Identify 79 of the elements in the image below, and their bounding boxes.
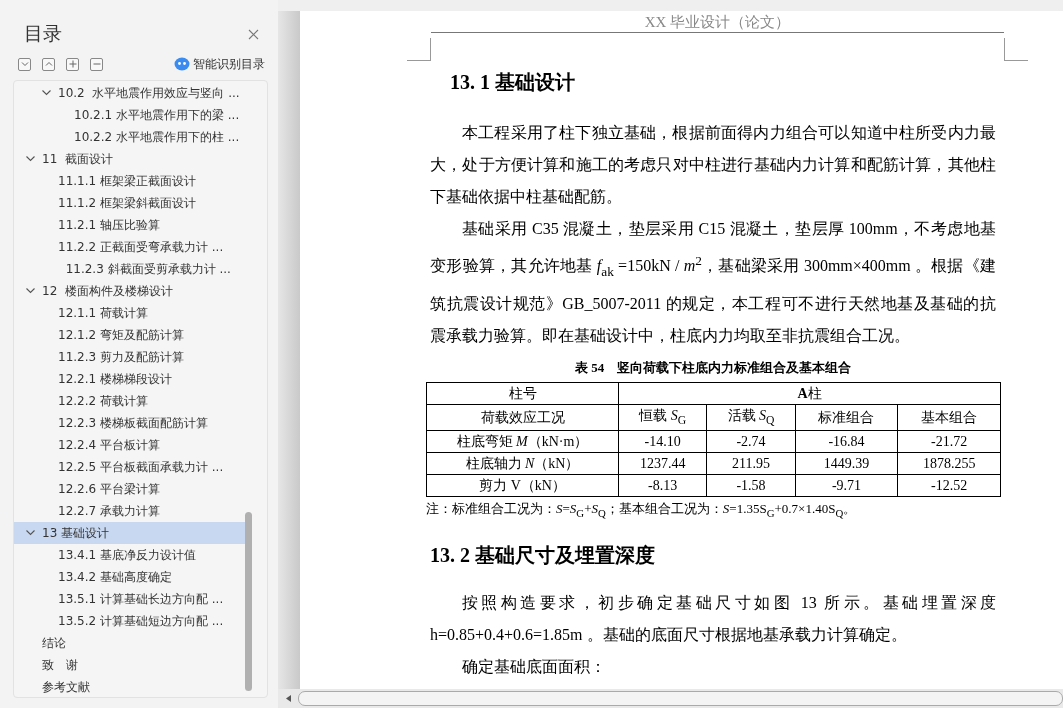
table-cell: 剪力 V（kN） xyxy=(426,474,619,497)
table-cell: 标准组合 xyxy=(795,404,898,431)
table-cell: 1237.44 xyxy=(618,452,707,475)
add-level-button[interactable] xyxy=(66,57,79,71)
toc-item[interactable]: 11.1.2 框架梁斜截面设计 xyxy=(14,192,249,214)
toc-item[interactable]: 致 谢 xyxy=(14,654,249,676)
table-cell: 荷载效应工况 xyxy=(426,404,619,431)
panel-title: 目录 xyxy=(24,21,62,46)
toc-item[interactable]: 13.4.1 基底净反力设计值 xyxy=(14,544,249,566)
toc-item[interactable]: 10.2.2 水平地震作用下的柱 ... xyxy=(14,126,249,148)
chevron-down-icon[interactable] xyxy=(26,530,35,536)
table-caption: 表 54 竖向荷载下柱底内力标准组合及基本组合 xyxy=(573,358,853,377)
plus-icon xyxy=(68,60,77,68)
paragraph: 本工程采用了柱下独立基础，根据前面得内力组合可以知道中柱所受内力最大，处于方便计算和施工的考虑只对中柱进行基础内力计算和配筋计算，其他柱下基础依据中柱基础配筋。 xyxy=(430,123,996,207)
toc-item[interactable]: 11.2.3 剪力及配筋计算 xyxy=(14,346,249,368)
table-cell: -12.52 xyxy=(897,474,1001,497)
chevron-down-icon xyxy=(20,61,29,67)
table-cell: 1449.39 xyxy=(795,452,898,475)
remove-level-button[interactable] xyxy=(90,57,103,71)
table-cell: -9.71 xyxy=(795,474,898,497)
table-cell: A柱 xyxy=(618,382,1001,404)
table-cell: -2.74 xyxy=(706,430,796,453)
toc-item[interactable]: 10.2.1 水平地震作用下的梁 ... xyxy=(14,104,249,126)
collapse-all-button[interactable] xyxy=(18,57,31,71)
crop-mark xyxy=(407,38,431,61)
scrollbar-thumb[interactable] xyxy=(245,512,252,691)
table-cell: 1878.255 xyxy=(897,452,1001,475)
toc-item[interactable]: 12.1.1 荷载计算 xyxy=(14,302,249,324)
ai-assistant-icon xyxy=(174,57,190,71)
toc-item[interactable]: 12.2.2 荷载计算 xyxy=(14,390,249,412)
toc-item[interactable]: 12.2.1 楼梯梯段设计 xyxy=(14,368,249,390)
table-cell: 恒载 S$_{G}$ xyxy=(618,404,707,431)
toc-item[interactable]: 11.2.1 轴压比验算 xyxy=(14,214,249,236)
paragraph: 基础采用 C35 混凝土，垫层采用 C15 混凝土，垫层厚 100mm，不考虑地基变形验算，其允许地基 f$_{ak}$ =150kN / m$^{2}$，基础梁采用 300mm×400mm 。根据《建筑抗震设计规范》GB_5007-2011 的规定，本工程可不进行天然地基及基础的抗震承载力验算。即在基础设计中，柱底内力均取至非抗震组合工况。 xyxy=(430,219,996,346)
toc-item[interactable]: 12.2.3 楼梯板截面配筋计算 xyxy=(14,412,249,434)
crop-mark xyxy=(1004,38,1028,61)
paragraph: 按照构造要求，初步确定基础尺寸如图 13 所示。基础埋置深度 h=0.85+0.4+0.6=1.85m 。基础的底面尺寸根据地基承载力计算确定。 xyxy=(430,592,996,645)
chevron-down-icon[interactable] xyxy=(26,156,35,162)
toc-item[interactable]: 11.2.3 斜截面受剪承载力计 ... xyxy=(14,258,249,280)
table-cell: 柱底轴力 N（kN） xyxy=(426,452,619,475)
toc-item[interactable]: 11 截面设计 xyxy=(14,148,249,170)
table-cell: 柱底弯矩 M（kN·m） xyxy=(426,430,619,453)
paragraph: 确定基础底面面积： xyxy=(461,656,607,677)
section-heading: 13. 2 基础尺寸及埋置深度 xyxy=(430,542,656,568)
toc-item[interactable]: 12.2.5 平台板截面承载力计 ... xyxy=(14,456,249,478)
section-heading: 13. 1 基础设计 xyxy=(450,70,576,95)
chevron-up-icon xyxy=(44,61,53,67)
scrollbar-thumb[interactable] xyxy=(298,691,1063,706)
table-cell: 活载 S$_{Q}$ xyxy=(706,404,796,431)
toc-item[interactable]: 13.5.2 计算基础短边方向配 ... xyxy=(14,610,249,632)
expand-all-button[interactable] xyxy=(42,57,55,71)
toc-item[interactable]: 11.1.1 框架梁正截面设计 xyxy=(14,170,249,192)
smart-toc-button[interactable]: 智能识别目录 xyxy=(174,55,265,73)
toc-item[interactable]: 结论 xyxy=(14,632,249,654)
toc-item[interactable]: 12.2.6 平台梁计算 xyxy=(14,478,249,500)
scroll-left-icon[interactable] xyxy=(286,695,291,702)
table-cell: -16.84 xyxy=(795,430,898,453)
toc-item[interactable]: 12 楼面构件及楼梯设计 xyxy=(14,280,249,302)
table-cell: -14.10 xyxy=(618,430,707,453)
toc-item[interactable]: 10.2 水平地震作用效应与竖向 ... xyxy=(14,82,249,104)
chevron-down-icon[interactable] xyxy=(26,288,35,294)
toc-item[interactable]: 12.2.4 平台板计算 xyxy=(14,434,249,456)
close-icon[interactable] xyxy=(248,28,259,40)
table-cell: 柱号 xyxy=(426,382,619,404)
table-cell: 基本组合 xyxy=(897,404,1001,431)
toc-item[interactable]: 参考文献 xyxy=(14,676,249,697)
table-cell: -1.58 xyxy=(706,474,796,497)
table-cell: 211.95 xyxy=(706,452,796,475)
page-header: XX 毕业设计（论文） xyxy=(644,12,791,31)
toc-item[interactable]: 13.5.1 计算基础长边方向配 ... xyxy=(14,588,249,610)
table-note: 注：标准组合工况为：S=S$_{G}$+S$_{Q}$；基本组合工况为：S=1.35S$_{G}$+0.7×1.40S$_{Q}$。 xyxy=(426,500,858,521)
table-cell: -21.72 xyxy=(897,430,1001,453)
toc-item[interactable]: 12.2.7 承载力计算 xyxy=(14,500,249,522)
chevron-down-icon[interactable] xyxy=(42,90,51,96)
toc-item[interactable]: 13.4.2 基础高度确定 xyxy=(14,566,249,588)
table-cell: -8.13 xyxy=(618,474,707,497)
toc-item[interactable]: 11.2.2 正截面受弯承载力计 ... xyxy=(14,236,249,258)
minus-icon xyxy=(92,60,101,68)
toc-item[interactable]: 12.1.2 弯矩及配筋计算 xyxy=(14,324,249,346)
